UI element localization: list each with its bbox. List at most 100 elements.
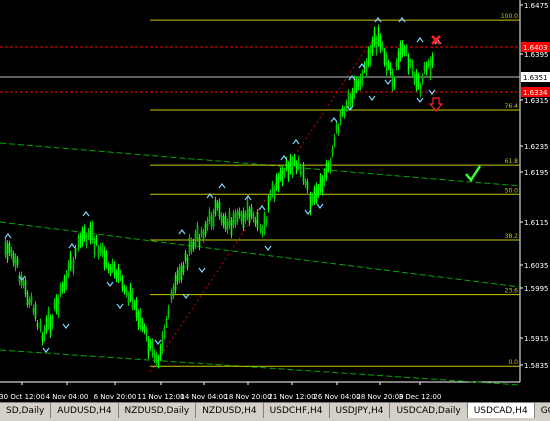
candle-body (283, 170, 286, 175)
candle-body (176, 270, 179, 282)
candle-body (321, 178, 324, 193)
candle-body (429, 59, 432, 77)
candle-body (349, 95, 352, 108)
candle-body (281, 170, 284, 184)
candle-body (259, 226, 262, 231)
candle-body (8, 243, 11, 253)
candle-body (93, 238, 96, 256)
candle-body (399, 43, 402, 59)
candle-body (230, 220, 233, 236)
candle-body (131, 291, 134, 308)
time-tick-label: 6 Nov 20:00 (94, 393, 137, 401)
candle-body (415, 72, 418, 89)
candle-body (45, 318, 48, 331)
candle-body (107, 265, 110, 271)
time-tick-label: 4 Nov 04:00 (46, 393, 89, 401)
candle-body (79, 235, 82, 246)
chart-tab[interactable]: NZDUSD,H4 (196, 403, 264, 418)
candle-body (83, 227, 86, 239)
candle-body (315, 185, 318, 201)
chart-tab-bar: SD,Daily AUDUSD,H4 NZDUSD,Daily NZDUSD,H4 US… (0, 402, 550, 421)
candle-body (383, 50, 386, 64)
candle-body (425, 64, 428, 73)
candle-body (214, 199, 217, 214)
candle-body (339, 111, 342, 123)
time-tick-label: 30 Oct 12:00 (0, 393, 45, 401)
fib-level-label: 76.4 (505, 103, 519, 110)
time-tick-label: 26 Nov 04:00 (313, 393, 360, 401)
candle-body (240, 214, 243, 222)
candle-body (208, 210, 211, 222)
candle-body (232, 213, 235, 226)
candle-body (55, 297, 58, 312)
candle-body (65, 273, 68, 287)
candle-body (319, 176, 322, 191)
chart-tab[interactable]: GOLD,Daily (535, 403, 550, 418)
candle-body (14, 256, 17, 269)
candle-body (135, 300, 138, 319)
chart-tab[interactable]: NZDUSD,Daily (119, 403, 197, 418)
candle-body (357, 81, 360, 88)
candle-body (347, 92, 350, 105)
candle-body (417, 75, 420, 87)
candle-body (87, 230, 90, 237)
candle-body (313, 188, 316, 203)
candle-body (299, 166, 302, 175)
candle-body (279, 170, 282, 179)
candle-body (337, 126, 340, 133)
candle-body (153, 352, 156, 360)
candle-body (161, 333, 164, 352)
chart-tab[interactable]: USDCHF,H4 (264, 403, 330, 418)
candle-body (351, 90, 354, 104)
candle-body (69, 254, 72, 268)
candle-body (254, 219, 257, 224)
candle-body (95, 237, 98, 243)
candle-body (184, 252, 187, 261)
candle-body (323, 170, 326, 184)
candle-body (172, 286, 175, 297)
candle-body (77, 236, 80, 249)
candle-body (250, 206, 253, 217)
candle-body (401, 43, 404, 55)
candle-body (419, 85, 422, 95)
candle-body (216, 202, 219, 208)
candle-body (285, 159, 288, 169)
candle-body (287, 164, 290, 179)
candle-body (103, 249, 106, 268)
candle-body (345, 102, 348, 109)
candle-body (12, 253, 15, 264)
candle-body (242, 210, 245, 229)
chart-tab[interactable]: AUDUSD,H4 (51, 403, 119, 418)
time-tick-label: 3 Dec 12:00 (399, 393, 442, 401)
time-tick-label: 28 Nov 20:00 (356, 393, 403, 401)
candle-body (117, 266, 120, 281)
fib-level-label: 0.0 (508, 359, 518, 366)
price-tick-label: 1.5915 (524, 335, 549, 343)
fib-level-label: 100.0 (501, 13, 518, 20)
candle-body (151, 341, 154, 355)
chart-tab[interactable]: USDCAD,Daily (390, 403, 468, 418)
candle-body (385, 55, 388, 73)
price-chart[interactable]: 100.0 76.4 61.8 50.0 38.2 23.6 0.0 1.6403 1.6334… (0, 0, 550, 402)
candle-body (256, 212, 259, 229)
candle-body (89, 224, 92, 242)
candle-body (306, 181, 309, 190)
candle-body (423, 64, 426, 72)
candle-body (115, 272, 118, 280)
chart-tab[interactable]: SD,Daily (0, 403, 52, 418)
candle-body (139, 310, 142, 328)
candle-body (99, 245, 102, 254)
candle-body (335, 124, 338, 131)
candle-body (236, 211, 239, 222)
candle-body (174, 275, 177, 291)
candle-body (365, 61, 368, 75)
candle-body (157, 357, 160, 366)
candle-body (16, 258, 19, 265)
candle-body (28, 299, 31, 305)
chart-tab[interactable]: USDCAD,H4 (467, 403, 535, 418)
candle-body (409, 61, 412, 66)
chart-tab[interactable]: USDJPY,H4 (330, 403, 391, 418)
candle-body (389, 65, 392, 74)
candle-body (393, 79, 396, 87)
candle-body (123, 287, 126, 292)
